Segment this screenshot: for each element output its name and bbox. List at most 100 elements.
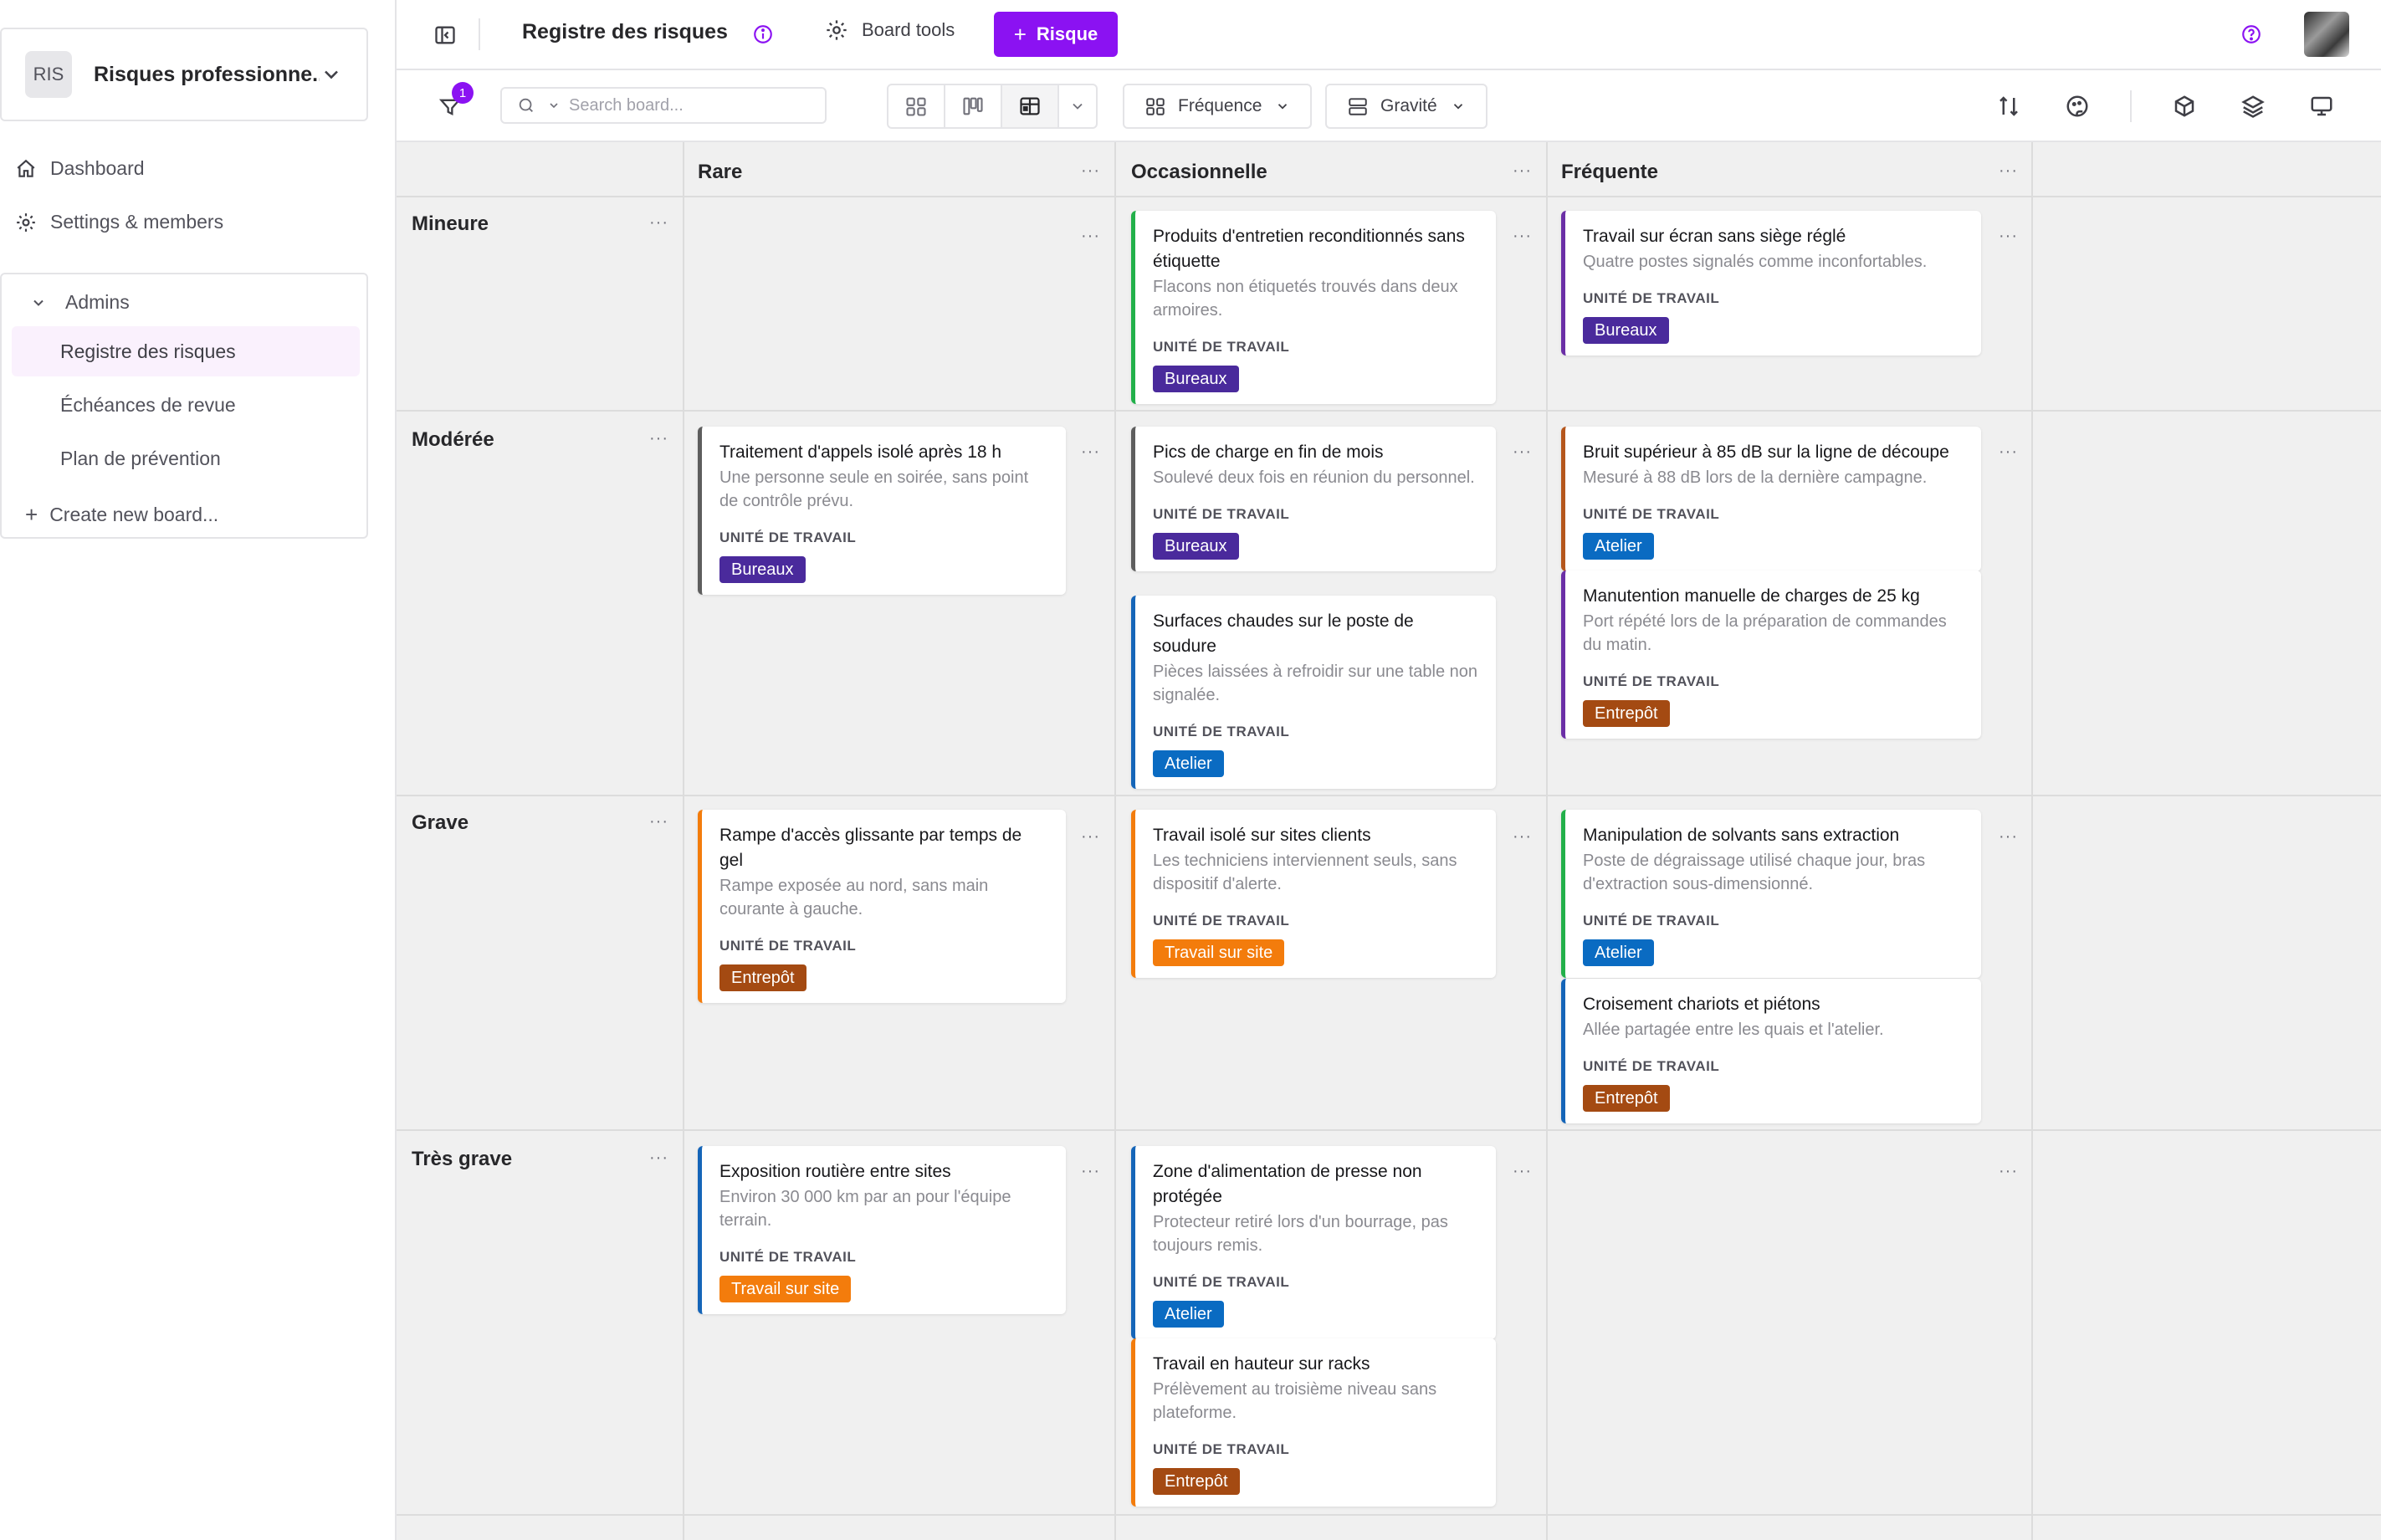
chevron-down-icon[interactable] xyxy=(547,99,561,112)
card-field-label: UNITÉ DE TRAVAIL xyxy=(1153,1274,1290,1290)
risk-card[interactable]: Surfaces chaudes sur le poste de soudure… xyxy=(1131,596,1496,789)
view-grid-button[interactable] xyxy=(888,85,945,127)
card-title: Traitement d'appels isolé après 18 h xyxy=(719,443,1002,462)
avatar[interactable] xyxy=(2304,12,2349,57)
view-more-button[interactable] xyxy=(1059,85,1096,127)
monitor-icon[interactable] xyxy=(2309,94,2334,119)
row-header-moderee: Modérée xyxy=(412,428,494,451)
unit-tag: Entrepôt xyxy=(1153,1468,1240,1495)
risk-card[interactable]: Produits d'entretien reconditionnés sans… xyxy=(1131,211,1496,404)
card-field-label: UNITÉ DE TRAVAIL xyxy=(1583,673,1720,689)
row-grouping-select[interactable]: Gravité xyxy=(1325,84,1487,129)
risk-card[interactable]: Travail isolé sur sites clients Les tech… xyxy=(1131,810,1496,978)
card-title: Pics de charge en fin de mois xyxy=(1153,443,1384,462)
card-title: Travail isolé sur sites clients xyxy=(1153,826,1371,845)
grid-line xyxy=(1546,142,1548,1540)
unit-tag: Travail sur site xyxy=(1153,939,1285,966)
boards-group-toggle[interactable]: Admins xyxy=(30,291,130,314)
view-switcher xyxy=(887,84,1098,129)
row-menu-button[interactable]: ··· xyxy=(649,1149,668,1166)
row-menu-button[interactable]: ··· xyxy=(649,813,668,830)
risk-card[interactable]: Rampe d'accès glissante par temps de gel… xyxy=(698,810,1066,1003)
risk-card[interactable]: Pics de charge en fin de mois Soulevé de… xyxy=(1131,427,1496,571)
card-title: Exposition routière entre sites xyxy=(719,1162,951,1181)
risk-card[interactable]: Croisement chariots et piétons Allée par… xyxy=(1561,979,1981,1123)
unit-tag: Travail sur site xyxy=(719,1276,852,1302)
info-icon[interactable] xyxy=(752,23,774,45)
column-menu-button[interactable]: ··· xyxy=(1513,162,1532,179)
rows-icon xyxy=(1349,98,1367,115)
chevron-down-icon xyxy=(325,70,338,79)
cell-menu-button[interactable]: ··· xyxy=(1081,228,1100,244)
cell-menu-button[interactable]: ··· xyxy=(1999,828,2018,845)
unit-tag: Bureaux xyxy=(719,556,806,583)
cell-menu-button[interactable]: ··· xyxy=(1999,1163,2018,1179)
boards-section: Admins Registre des risques Échéances de… xyxy=(0,273,368,539)
help-icon[interactable] xyxy=(2240,23,2262,45)
sidebar-toggle-icon[interactable] xyxy=(433,23,457,47)
cell-menu-button[interactable]: ··· xyxy=(1513,443,1532,460)
view-matrix-button[interactable] xyxy=(1002,85,1059,127)
risk-card[interactable]: Manipulation de solvants sans extraction… xyxy=(1561,810,1981,978)
create-board-label: Create new board... xyxy=(49,504,219,525)
nav-dashboard[interactable]: Dashboard xyxy=(15,157,145,180)
risk-card[interactable]: Exposition routière entre sites Environ … xyxy=(698,1146,1066,1314)
grid-line xyxy=(397,1514,2381,1516)
grid-line xyxy=(397,196,2381,197)
risk-card[interactable]: Traitement d'appels isolé après 18 h Une… xyxy=(698,427,1066,595)
risk-card[interactable]: Travail en hauteur sur racks Prélèvement… xyxy=(1131,1338,1496,1507)
risk-card[interactable]: Travail sur écran sans siège réglé Quatr… xyxy=(1561,211,1981,356)
sort-icon[interactable] xyxy=(1996,94,2021,119)
risk-card[interactable]: Zone d'alimentation de presse non protég… xyxy=(1131,1146,1496,1339)
row-menu-button[interactable]: ··· xyxy=(649,430,668,447)
cell-menu-button[interactable]: ··· xyxy=(1999,228,2018,244)
card-field-label: UNITÉ DE TRAVAIL xyxy=(719,1249,857,1265)
cell-menu-button[interactable]: ··· xyxy=(1513,228,1532,244)
view-kanban-button[interactable] xyxy=(945,85,1002,127)
board-item-plan[interactable]: Plan de prévention xyxy=(12,433,360,483)
risk-card[interactable]: Manutention manuelle de charges de 25 kg… xyxy=(1561,570,1981,739)
risk-card[interactable]: Bruit supérieur à 85 dB sur la ligne de … xyxy=(1561,427,1981,571)
cell-menu-button[interactable]: ··· xyxy=(1081,828,1100,845)
cell-menu-button[interactable]: ··· xyxy=(1513,1163,1532,1179)
home-icon xyxy=(17,159,35,177)
unit-tag: Atelier xyxy=(1153,750,1224,777)
create-board-button[interactable]: + Create new board... xyxy=(25,502,218,528)
board-toolbar: 1 Fréquence Gravité xyxy=(397,72,2381,142)
workspace-name: Risques professionne... xyxy=(94,62,320,86)
add-risk-button[interactable]: + Risque xyxy=(994,12,1118,57)
cell-menu-button[interactable]: ··· xyxy=(1081,443,1100,460)
search-input[interactable] xyxy=(569,95,778,115)
chevron-down-icon xyxy=(1073,103,1083,110)
column-grouping-select[interactable]: Fréquence xyxy=(1123,84,1313,129)
board-item-echeances[interactable]: Échéances de revue xyxy=(12,380,360,430)
card-description: Flacons non étiquetés trouvés dans deux … xyxy=(1153,278,1458,320)
grid-icon xyxy=(906,97,926,116)
nav-settings[interactable]: Settings & members xyxy=(15,211,223,233)
column-menu-button[interactable]: ··· xyxy=(1999,162,2018,179)
cube-icon[interactable] xyxy=(2172,94,2197,119)
unit-tag: Entrepôt xyxy=(1583,700,1670,727)
palette-icon[interactable] xyxy=(2065,94,2090,119)
cell-menu-button[interactable]: ··· xyxy=(1081,1163,1100,1179)
layers-icon[interactable] xyxy=(2240,94,2266,119)
card-description: Poste de dégraissage utilisé chaque jour… xyxy=(1583,852,1926,893)
card-title: Produits d'entretien reconditionnés sans… xyxy=(1153,227,1465,271)
columns-icon xyxy=(1146,98,1165,115)
card-title: Zone d'alimentation de presse non protég… xyxy=(1153,1162,1422,1206)
card-description: Environ 30 000 km par an pour l'équipe t… xyxy=(719,1188,1011,1230)
board-item-registre[interactable]: Registre des risques xyxy=(12,326,360,376)
workspace-switcher[interactable]: RIS Risques professionne... xyxy=(0,28,368,121)
column-header-occasionnelle: Occasionnelle xyxy=(1131,161,1267,183)
board-tools-button[interactable]: Board tools xyxy=(825,18,955,42)
column-menu-button[interactable]: ··· xyxy=(1081,162,1100,179)
unit-tag: Entrepôt xyxy=(1583,1085,1670,1112)
cell-menu-button[interactable]: ··· xyxy=(1513,828,1532,845)
cell-menu-button[interactable]: ··· xyxy=(1999,443,2018,460)
row-menu-button[interactable]: ··· xyxy=(649,214,668,231)
unit-tag: Bureaux xyxy=(1583,317,1669,344)
card-title: Rampe d'accès glissante par temps de gel xyxy=(719,826,1022,870)
search-icon xyxy=(519,98,533,112)
nav-dashboard-label: Dashboard xyxy=(50,157,145,179)
card-description: Quatre postes signalés comme inconfortab… xyxy=(1583,253,1928,271)
